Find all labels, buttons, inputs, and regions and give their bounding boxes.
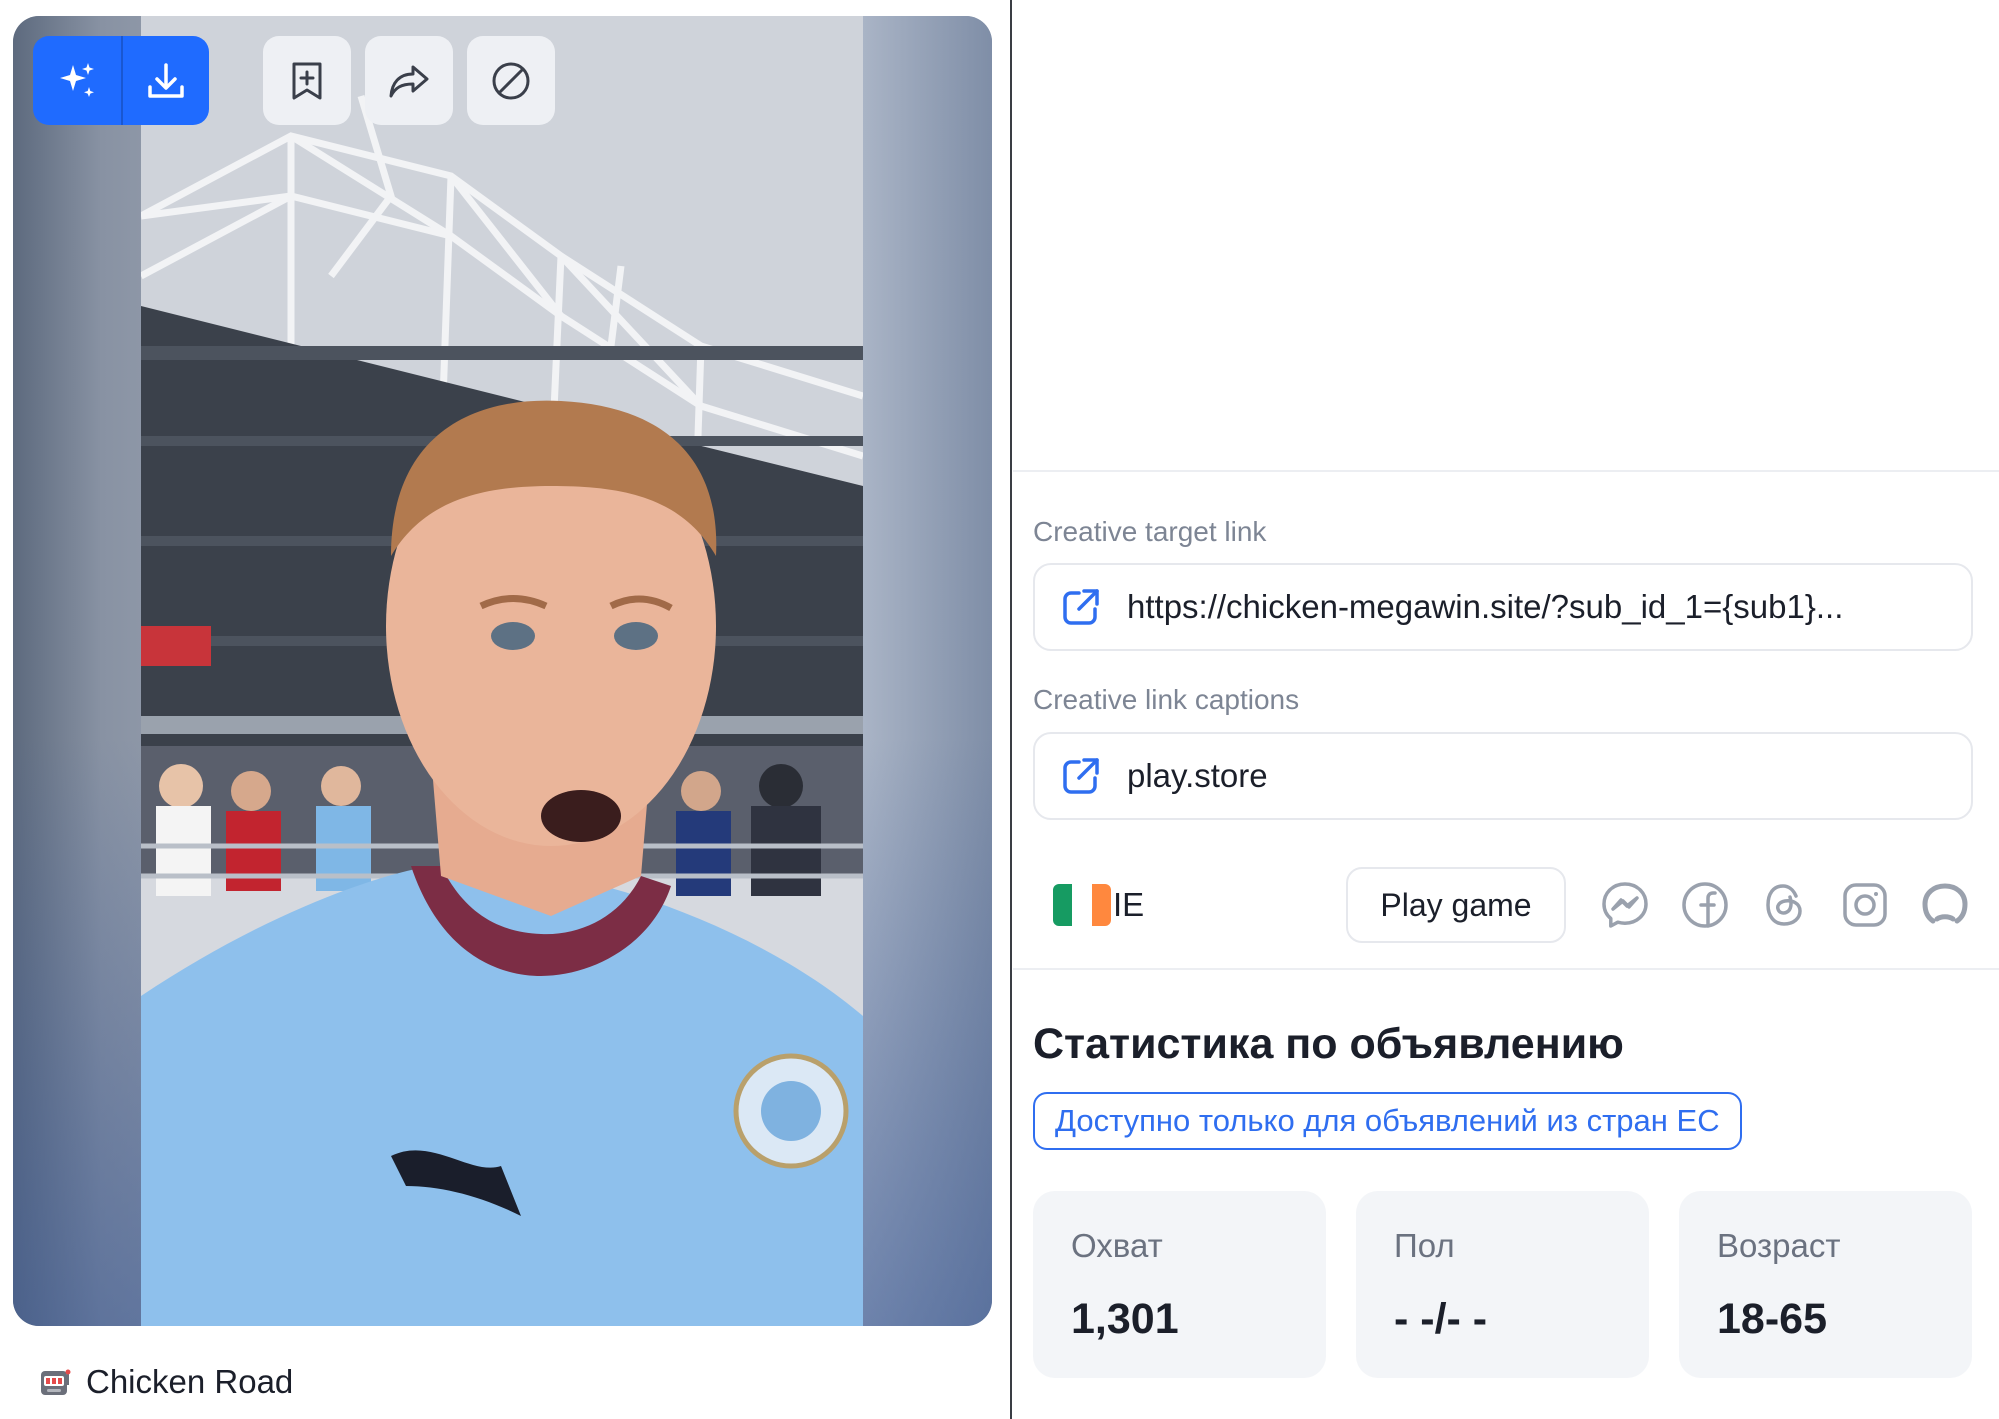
primary-action-group [33, 36, 209, 125]
stat-value: - -/- - [1394, 1295, 1488, 1343]
stat-card-age: Возраст 18-65 [1679, 1191, 1972, 1378]
panel-divider [1010, 0, 1012, 1419]
stat-label: Пол [1394, 1227, 1455, 1264]
block-advertiser-button[interactable] [467, 36, 555, 125]
stat-label: Охват [1071, 1227, 1163, 1264]
audience-network-icon [1922, 883, 1968, 924]
share-button[interactable] [365, 36, 453, 125]
target-link-url: https://chicken-megawin.site/?sub_id_1={… [1127, 588, 1844, 625]
target-link-label: Creative target link [1033, 516, 1267, 547]
download-icon [148, 62, 184, 98]
external-link-icon [1063, 589, 1099, 625]
stat-value: 18-65 [1717, 1295, 1827, 1343]
stat-value: 1,301 [1071, 1295, 1179, 1343]
platform-instagram[interactable] [1838, 878, 1892, 932]
facebook-icon [1682, 882, 1728, 928]
threads-icon [1766, 884, 1802, 926]
ad-detail-view: Chicken Road Creative target link https:… [0, 0, 1999, 1419]
divider [1013, 968, 1999, 970]
sparkles-icon [60, 62, 94, 97]
stat-card-gender: Пол - -/- - [1356, 1191, 1649, 1378]
share-icon [389, 65, 429, 97]
creative-video[interactable] [13, 16, 992, 1326]
download-button[interactable] [121, 36, 209, 125]
platform-facebook[interactable] [1678, 878, 1732, 932]
link-caption-field[interactable]: play.store [1033, 732, 1973, 820]
block-icon [492, 62, 530, 99]
stat-card-reach: Охват 1,301 [1033, 1191, 1326, 1378]
country-code: IE [1113, 886, 1145, 923]
bookmark-add-icon [292, 62, 322, 99]
country: IE [1053, 884, 1144, 926]
link-caption-value: play.store [1127, 757, 1268, 794]
details-panel: Creative target link https://chicken-meg… [1013, 0, 1999, 1419]
cta-button[interactable]: Play game [1346, 867, 1566, 943]
creative-title[interactable]: Chicken Road [38, 1363, 293, 1401]
platform-threads[interactable] [1758, 878, 1812, 932]
creative-toolbar [33, 36, 555, 125]
eu-only-badge: Доступно только для объявлений из стран … [1033, 1092, 1742, 1150]
link-captions-label: Creative link captions [1033, 684, 1300, 715]
target-link-field[interactable]: https://chicken-megawin.site/?sub_id_1={… [1033, 563, 1973, 651]
video-frame [141, 16, 863, 1326]
save-to-collection-button[interactable] [263, 36, 351, 125]
instagram-icon [1843, 883, 1887, 927]
ai-analyze-button[interactable] [33, 36, 121, 125]
stat-label: Возраст [1717, 1227, 1841, 1264]
slot-machine-icon [41, 1369, 71, 1395]
platform-messenger[interactable] [1598, 878, 1652, 932]
ireland-flag-icon [1053, 884, 1111, 926]
divider [1013, 470, 1999, 472]
platform-audience-network[interactable] [1918, 878, 1972, 932]
creative-title-label: Chicken Road [86, 1363, 294, 1400]
messenger-icon [1602, 882, 1648, 928]
external-link-icon [1063, 758, 1099, 794]
stats-title: Статистика по объявлению [1033, 1020, 1624, 1068]
